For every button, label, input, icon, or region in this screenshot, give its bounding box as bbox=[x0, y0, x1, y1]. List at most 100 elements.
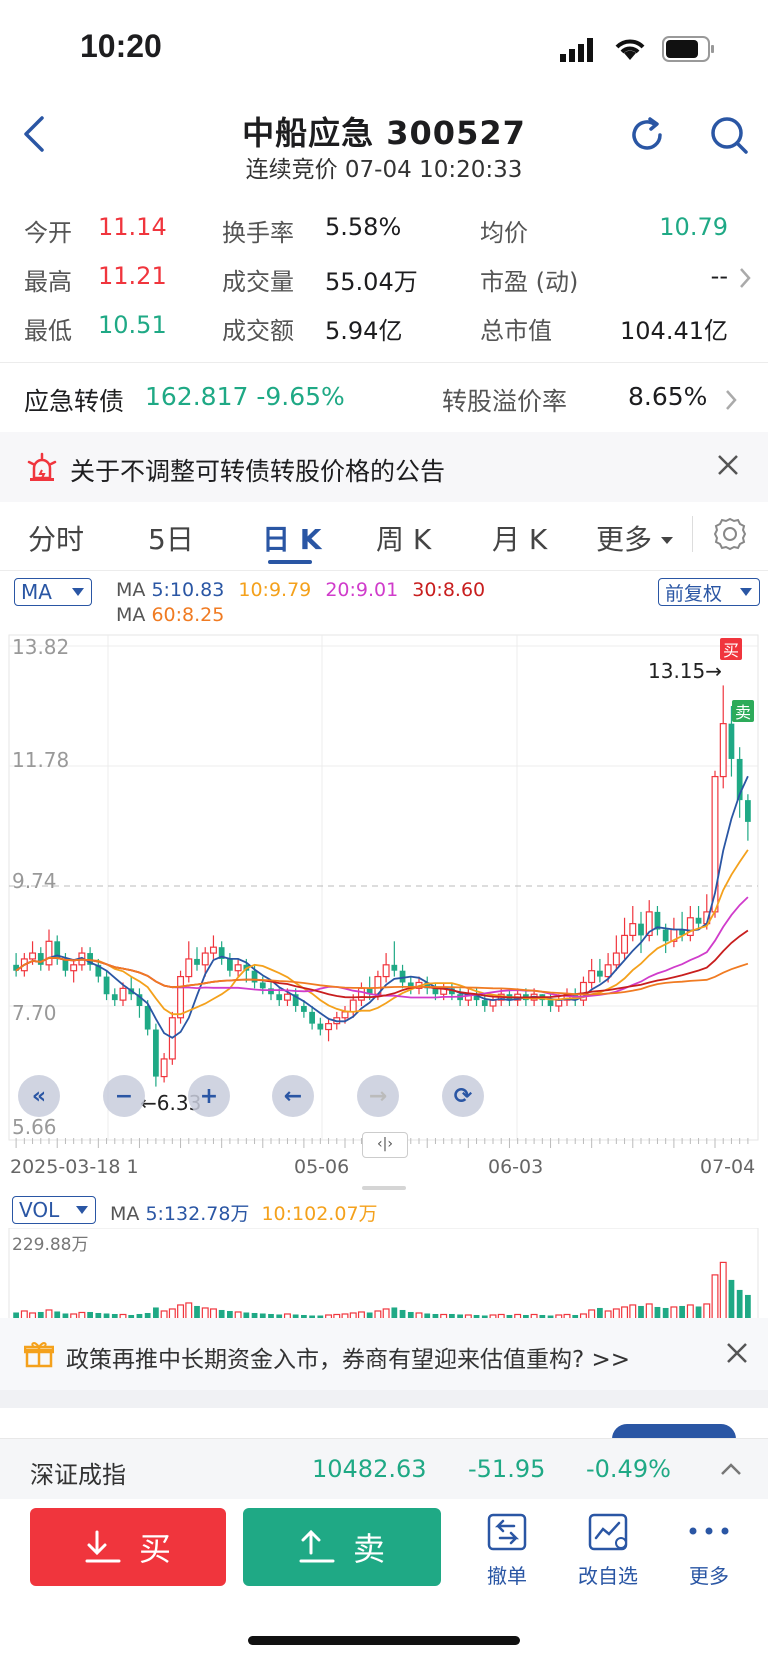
refresh-icon[interactable] bbox=[628, 116, 666, 158]
candle bbox=[728, 723, 735, 759]
index-change: -51.95 bbox=[468, 1455, 546, 1483]
low-value: 10.51 bbox=[98, 311, 167, 339]
candle bbox=[283, 993, 291, 1001]
y-tick-label: 5.66 bbox=[12, 1115, 57, 1139]
candle bbox=[695, 917, 702, 924]
more-button[interactable]: 更多 bbox=[664, 1508, 754, 1588]
gear-icon[interactable] bbox=[712, 516, 748, 556]
vol-ma-prefix: MA bbox=[110, 1203, 140, 1225]
ma5-value: 5:10.83 bbox=[151, 579, 225, 601]
candle bbox=[391, 964, 398, 971]
close-icon[interactable] bbox=[726, 1342, 748, 1368]
tab-5day[interactable]: 5日 bbox=[148, 518, 194, 558]
ma20-value: 20:9.01 bbox=[325, 579, 399, 601]
volume-value: 55.04万 bbox=[325, 268, 418, 296]
candle bbox=[399, 970, 406, 983]
edit-watchlist-button[interactable]: 改自选 bbox=[563, 1508, 653, 1588]
turnover-label: 换手率 bbox=[222, 219, 294, 247]
date-label-start: 2025-03-18 1 bbox=[10, 1156, 139, 1178]
candle bbox=[325, 1023, 333, 1031]
ma-selector-label: MA bbox=[21, 580, 52, 604]
volume-chart[interactable]: 229.88万 bbox=[0, 1228, 768, 1320]
index-pct: -0.49% bbox=[586, 1455, 671, 1483]
rotate-button[interactable]: ⟳ bbox=[442, 1075, 484, 1117]
drag-handle[interactable]: ‹|› bbox=[362, 1132, 408, 1158]
caret-down-icon bbox=[76, 1206, 88, 1214]
resize-handle[interactable] bbox=[362, 1186, 406, 1190]
candle bbox=[597, 970, 603, 977]
watchlist-chart-icon bbox=[588, 1513, 628, 1551]
turnover-value: 5.58% bbox=[325, 213, 402, 241]
tab-daily-k[interactable]: 日 K bbox=[262, 518, 321, 558]
volume-bar bbox=[711, 1274, 719, 1320]
index-bar[interactable]: 深证成指 10482.63 -51.95 -0.49% bbox=[0, 1438, 768, 1499]
candle bbox=[588, 970, 596, 984]
vol-ma-values: MA 5:132.78万 10:102.07万 bbox=[110, 1199, 378, 1226]
candle bbox=[37, 953, 44, 965]
sell-label: 卖 bbox=[352, 1530, 385, 1568]
adjust-selector[interactable]: 前复权 bbox=[658, 578, 760, 606]
candle bbox=[119, 987, 127, 1001]
cancel-order-icon bbox=[487, 1513, 527, 1551]
premium-label: 转股溢价率 bbox=[442, 387, 568, 416]
tab-intraday[interactable]: 分时 bbox=[28, 518, 84, 558]
avg-value: 10.79 bbox=[659, 213, 728, 241]
zoom-in-button[interactable]: + bbox=[188, 1075, 230, 1117]
ma-prefix2: MA bbox=[116, 604, 146, 626]
candle bbox=[29, 952, 37, 960]
candlestick-chart[interactable]: 13.82 11.78 9.74 7.70 5.66 13.15→ ←6.33 … bbox=[0, 632, 768, 1152]
tab-monthly-k[interactable]: 月 K bbox=[492, 518, 547, 558]
open-value: 11.14 bbox=[98, 213, 167, 241]
ma-values-line1: MA 5:10.83 10:9.79 20:9.01 30:8.60 bbox=[116, 579, 485, 601]
pe-label[interactable]: 市盈 (动) bbox=[480, 262, 578, 297]
candle bbox=[194, 958, 200, 965]
notice-bar[interactable]: 关于不调整可转债转股价格的公告 bbox=[0, 432, 768, 502]
candle bbox=[153, 1029, 159, 1077]
tab-indicator bbox=[268, 560, 312, 564]
y-tick-label: 7.70 bbox=[12, 1001, 57, 1025]
chevron-up-icon[interactable] bbox=[720, 1461, 742, 1480]
tab-weekly-k[interactable]: 周 K bbox=[376, 518, 431, 558]
candle bbox=[629, 923, 637, 937]
alarm-icon bbox=[26, 452, 58, 488]
pan-left-button[interactable]: ← bbox=[272, 1075, 314, 1117]
candle bbox=[234, 964, 242, 972]
sell-button[interactable]: 卖 bbox=[243, 1508, 441, 1586]
cancel-order-button[interactable]: 撤单 bbox=[462, 1508, 552, 1588]
arrow-left-icon: ← bbox=[283, 1083, 303, 1109]
date-label-end: 07-04 bbox=[700, 1156, 756, 1178]
close-icon[interactable] bbox=[717, 454, 739, 480]
pan-right-button[interactable]: → bbox=[357, 1075, 399, 1117]
mcap-label: 总市值 bbox=[480, 317, 552, 345]
mcap-value: 104.41亿 bbox=[620, 317, 728, 345]
search-icon[interactable] bbox=[710, 116, 750, 160]
tab-more[interactable]: 更多 bbox=[596, 518, 652, 558]
buy-button[interactable]: 买 bbox=[30, 1508, 226, 1586]
amount-label: 成交额 bbox=[222, 317, 294, 345]
candle bbox=[185, 958, 193, 978]
bond-row[interactable]: 应急转债 162.817 -9.65% 转股溢价率 8.65% bbox=[0, 362, 768, 432]
ma10-value: 10:9.79 bbox=[238, 579, 312, 601]
chevron-right-icon[interactable] bbox=[738, 266, 752, 294]
pe-value[interactable]: -- bbox=[711, 262, 728, 290]
volume-bar bbox=[719, 1261, 727, 1320]
vol-selector[interactable]: VOL bbox=[12, 1196, 96, 1224]
zoom-out-button[interactable]: − bbox=[103, 1075, 145, 1117]
caret-down-icon bbox=[740, 588, 752, 596]
candle bbox=[103, 976, 110, 995]
candle bbox=[317, 1023, 324, 1030]
candle bbox=[144, 1006, 151, 1030]
zoom-out-fast-button[interactable]: « bbox=[18, 1075, 60, 1117]
vol-ma5-value: 5:132.78万 bbox=[145, 1203, 250, 1225]
caret-down-icon[interactable] bbox=[660, 530, 674, 549]
y-tick-label: 13.82 bbox=[12, 635, 69, 659]
candle bbox=[111, 994, 118, 1001]
candle bbox=[301, 1006, 307, 1012]
promo-bar[interactable]: 政策再推中长期资金入市，券商有望迎来估值重构? >> bbox=[0, 1318, 768, 1390]
amount-value: 5.94亿 bbox=[325, 317, 403, 345]
edit-watchlist-label: 改自选 bbox=[578, 1564, 638, 1588]
ma-selector[interactable]: MA bbox=[14, 578, 92, 606]
candle bbox=[160, 1058, 168, 1078]
candle bbox=[70, 964, 78, 972]
candle bbox=[341, 1011, 349, 1019]
